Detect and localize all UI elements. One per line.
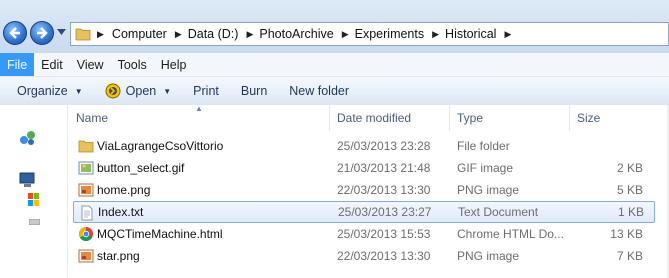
navigation-pane [0,105,68,278]
chrome-icon [79,227,93,241]
file-type: Chrome HTML Do... [457,227,564,241]
windows-flag-icon[interactable] [28,193,40,207]
chevron-right-icon[interactable]: ▶ [342,29,349,40]
computer-icon[interactable] [18,172,38,190]
chevron-right-icon[interactable]: ▶ [432,29,439,40]
address-bar[interactable]: ▶ Computer ▶ Data (D:) ▶ PhotoArchive ▶ Exp… [70,22,669,46]
file-name: button_select.gif [97,161,185,175]
file-size: 2 KB [616,161,643,175]
menu-bar: File Edit View Tools Help [0,53,669,77]
breadcrumb-computer[interactable]: Computer [112,27,167,41]
file-name: star.png [97,249,140,263]
file-type: File folder [457,139,510,153]
file-size: 13 KB [610,227,643,241]
breadcrumb-photoarchive[interactable]: PhotoArchive [259,27,333,41]
burn-button[interactable]: Burn [241,84,267,98]
text-file-icon [81,205,93,221]
forward-button[interactable] [30,21,54,45]
chevron-down-icon: ▼ [74,86,83,96]
file-row[interactable]: star.png 22/03/2013 13:30 PNG image 7 KB [68,245,669,267]
open-label: Open [125,84,157,98]
file-size: 1 KB [617,205,644,219]
back-button[interactable] [3,21,27,45]
file-row[interactable]: home.png 22/03/2013 13:30 PNG image 5 KB [68,179,669,201]
print-button[interactable]: Print [193,84,219,98]
navigation-bar: ▶ Computer ▶ Data (D:) ▶ PhotoArchive ▶ Exp… [0,0,669,53]
file-size: 7 KB [616,249,643,263]
file-row-selected[interactable]: Index.txt 25/03/2013 23:27 Text Document… [73,201,655,223]
file-row[interactable]: ViaLagrangeCsoVittorio 25/03/2013 23:28 … [68,135,669,157]
drive-icon[interactable] [29,219,40,225]
breadcrumb-data-drive[interactable]: Data (D:) [188,27,239,41]
file-name: MQCTimeMachine.html [97,227,223,241]
organize-button[interactable]: Organize ▼ [17,84,83,98]
chevron-right-icon[interactable]: ▶ [175,29,182,40]
chevron-right-icon[interactable]: ▶ [97,29,104,40]
file-type: Text Document [458,205,539,219]
file-date: 25/03/2013 23:27 [338,205,432,219]
column-name[interactable]: Name [68,105,330,131]
image-file-icon [78,183,94,197]
file-name: Index.txt [98,205,144,219]
chevron-right-icon[interactable]: ▶ [246,29,253,40]
arrow-left-icon [9,27,20,39]
file-date: 21/03/2013 21:48 [337,161,431,175]
network-icon[interactable] [19,130,37,146]
file-list: ViaLagrangeCsoVittorio 25/03/2013 23:28 … [68,135,669,267]
chevron-right-icon[interactable]: ▶ [504,29,511,40]
file-row[interactable]: button_select.gif 21/03/2013 21:48 GIF i… [68,157,669,179]
file-size [577,135,643,157]
column-size[interactable]: Size [570,105,669,131]
image-file-icon [78,161,94,175]
file-date: 25/03/2013 15:53 [337,227,431,241]
column-header: ▲ Name Date modified Type Size [68,104,669,131]
file-date: 22/03/2013 13:30 [337,249,431,263]
menu-file[interactable]: File [0,53,35,76]
organize-label: Organize [17,84,68,98]
folder-icon [78,140,94,153]
image-file-icon [78,249,94,263]
file-type: PNG image [457,249,520,263]
menu-help[interactable]: Help [154,53,194,76]
breadcrumb: Computer ▶ Data (D:) ▶ PhotoArchive ▶ Exper… [112,27,517,41]
command-bar: Organize ▼ Open ▼ Print Burn New folder [0,77,669,106]
arrow-right-icon [37,27,48,39]
column-date-modified[interactable]: Date modified [330,105,450,131]
file-name: home.png [97,183,151,197]
file-size: 5 KB [616,183,643,197]
breadcrumb-experiments[interactable]: Experiments [355,27,424,41]
open-with-icon [105,83,121,99]
open-button[interactable]: Open ▼ [105,83,172,99]
column-type[interactable]: Type [450,105,570,131]
file-name: ViaLagrangeCsoVittorio [97,139,224,153]
file-row[interactable]: MQCTimeMachine.html 25/03/2013 15:53 Chr… [68,223,669,245]
folder-icon [75,28,91,41]
menu-tools[interactable]: Tools [111,53,154,76]
file-date: 22/03/2013 13:30 [337,183,431,197]
breadcrumb-historical[interactable]: Historical [445,27,496,41]
file-type: PNG image [457,183,520,197]
menu-view[interactable]: View [70,53,111,76]
menu-edit[interactable]: Edit [34,53,70,76]
chevron-down-icon: ▼ [163,86,172,96]
recent-pages-chevron-icon[interactable] [57,29,66,35]
file-date: 25/03/2013 23:28 [337,139,431,153]
file-type: GIF image [457,161,514,175]
new-folder-button[interactable]: New folder [289,84,349,98]
